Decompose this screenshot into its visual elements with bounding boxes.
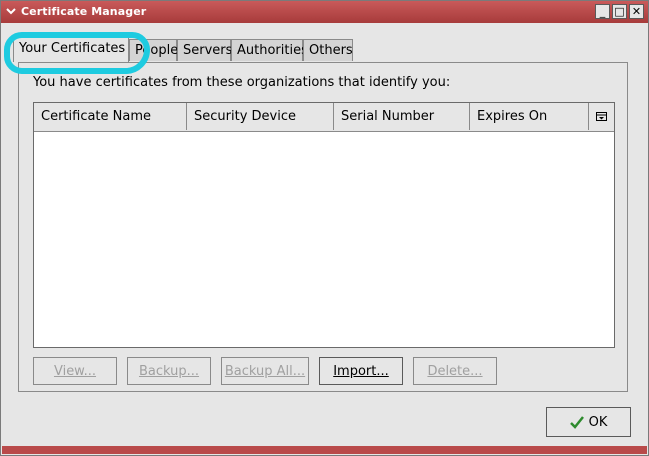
column-picker-icon[interactable] <box>588 103 614 130</box>
table-header: Certificate Name Security Device Serial … <box>34 103 614 132</box>
tab-others[interactable]: Others <box>303 39 353 61</box>
window-title: Certificate Manager <box>21 5 147 18</box>
window-menu-icon[interactable] <box>4 4 18 18</box>
checkmark-icon <box>569 415 584 429</box>
column-certificate-name[interactable]: Certificate Name <box>34 103 187 130</box>
import-button[interactable]: Import... <box>319 357 403 385</box>
tab-authorities[interactable]: Authorities <box>231 39 308 61</box>
backup-button[interactable]: Backup... <box>127 357 211 385</box>
table-body[interactable] <box>34 132 614 347</box>
column-expires-on[interactable]: Expires On <box>470 103 589 130</box>
tab-people[interactable]: People <box>129 39 178 61</box>
certificate-table[interactable]: Certificate Name Security Device Serial … <box>33 102 615 348</box>
window-bottom-border <box>2 446 647 454</box>
tab-your-certificates[interactable]: Your Certificates <box>13 35 129 62</box>
column-security-device[interactable]: Security Device <box>187 103 334 130</box>
close-button[interactable]: ✕ <box>629 4 644 19</box>
backup-all-button[interactable]: Backup All... <box>221 357 309 385</box>
delete-button[interactable]: Delete... <box>413 357 497 385</box>
title-bar[interactable]: Certificate Manager _ □ ✕ <box>1 1 648 23</box>
view-button[interactable]: View... <box>33 357 117 385</box>
intro-text: You have certificates from these organiz… <box>33 75 451 90</box>
column-serial-number[interactable]: Serial Number <box>334 103 470 130</box>
certificate-manager-window: Certificate Manager _ □ ✕ Your Certifica… <box>0 0 649 456</box>
minimize-button[interactable]: _ <box>595 4 610 19</box>
ok-label: OK <box>588 414 608 430</box>
tab-servers[interactable]: Servers <box>177 39 232 61</box>
maximize-button[interactable]: □ <box>612 4 627 19</box>
ok-button[interactable]: OK <box>546 407 631 437</box>
